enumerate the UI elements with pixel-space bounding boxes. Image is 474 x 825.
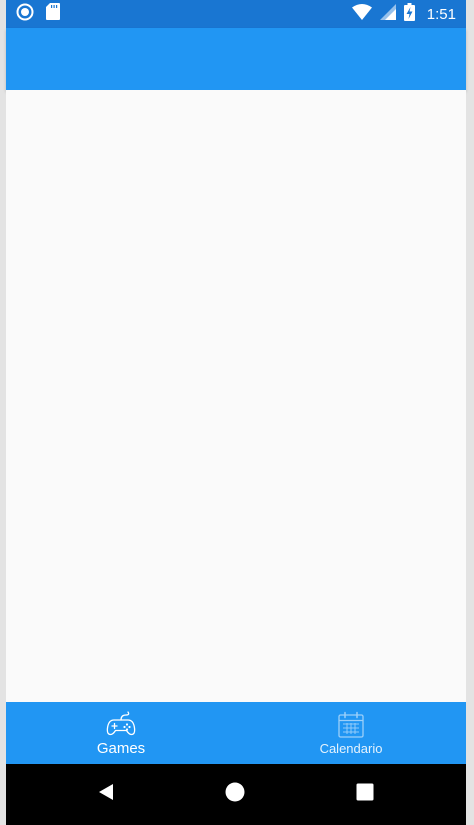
tab-calendario-label: Calendario: [319, 741, 383, 756]
calendar-icon: [337, 710, 365, 740]
status-right-icons: 1:51: [351, 2, 456, 26]
main-content: [6, 90, 466, 702]
home-button[interactable]: [222, 781, 248, 807]
signal-icon: [379, 3, 396, 25]
recent-apps-button[interactable]: [352, 781, 378, 807]
bottom-navigation: Games Calendario: [6, 702, 466, 764]
status-bar: 1:51: [6, 0, 466, 28]
recent-apps-icon: [355, 782, 375, 807]
phone-screen: 1:51 Games Calendario: [6, 0, 466, 825]
back-button[interactable]: [93, 781, 119, 807]
wifi-icon: [351, 3, 372, 25]
battery-charging-icon: [403, 2, 415, 26]
app-bar: [6, 28, 466, 90]
tab-games-label: Games: [96, 740, 146, 757]
system-navigation-bar: [6, 764, 466, 825]
tab-games[interactable]: Games: [6, 702, 236, 764]
back-icon: [95, 781, 117, 808]
sync-circle-icon: [16, 3, 34, 26]
home-icon: [224, 781, 246, 808]
tab-calendario[interactable]: Calendario: [236, 702, 466, 764]
status-clock: 1:51: [426, 5, 456, 23]
status-left-icons: [16, 3, 60, 26]
gamepad-icon: [106, 709, 136, 739]
sd-card-icon: [46, 3, 60, 25]
